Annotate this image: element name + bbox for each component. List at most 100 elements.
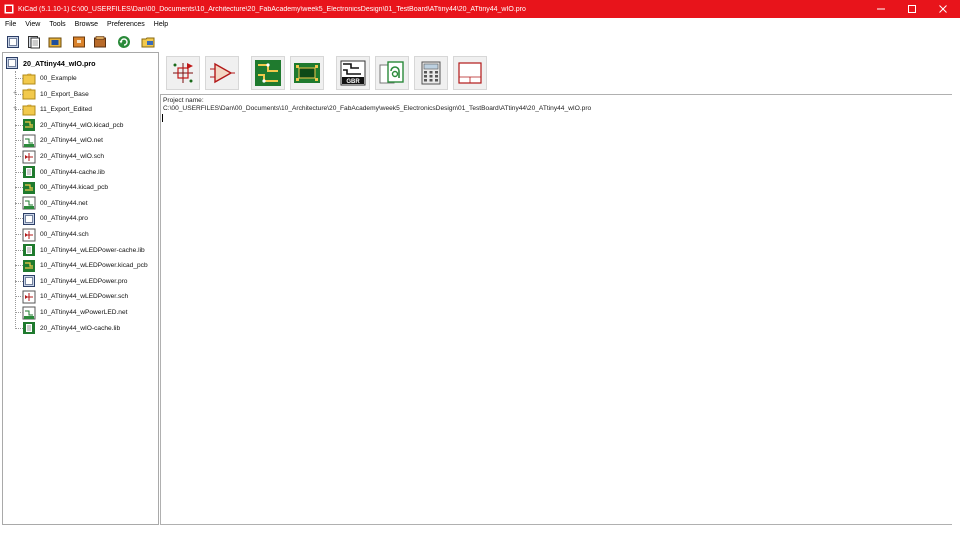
- project-file-icon: [23, 275, 35, 288]
- page-layout-editor-button[interactable]: [453, 56, 487, 90]
- tree-item[interactable]: 00_ATtiny44.sch: [22, 227, 89, 242]
- tree-connector: [15, 312, 23, 313]
- tree-item[interactable]: 10_ATtiny44_wLEDPower.pro: [22, 274, 127, 289]
- tree-item-label: 10_ATtiny44_wLEDPower-cache.lib: [40, 246, 145, 254]
- tree-root[interactable]: 20_ATtiny44_wIO.pro: [5, 56, 96, 70]
- tree-item-label: 20_ATtiny44_wIO.kicad_pcb: [40, 121, 124, 129]
- unarchive-button[interactable]: [92, 34, 108, 50]
- tree-connector: [15, 140, 23, 142]
- tree-item[interactable]: 10_ATtiny44_wLEDPower.kicad_pcb: [22, 258, 148, 273]
- page-layout-editor-icon: [458, 62, 482, 84]
- kicad-app-icon: [4, 4, 14, 14]
- tree-item[interactable]: 00_ATtiny44.net: [22, 196, 88, 211]
- menu-file[interactable]: File: [0, 21, 20, 28]
- minimize-button[interactable]: [868, 0, 894, 18]
- schematic-file-icon: [22, 290, 36, 304]
- open-folder-icon: [141, 37, 155, 47]
- netlist-file-icon: [22, 196, 36, 210]
- tree-item[interactable]: 00_Example: [22, 71, 77, 86]
- tree-item-label: 10_ATtiny44_wLEDPower.kicad_pcb: [40, 262, 148, 270]
- tree-item[interactable]: 10_ATtiny44_wPowerLED.net: [22, 305, 127, 320]
- svg-text:GBR: GBR: [346, 79, 360, 85]
- open-project-button[interactable]: [47, 34, 63, 50]
- schematic-editor-button[interactable]: [166, 56, 200, 90]
- tree-connector: [15, 124, 23, 126]
- window-title: KiCad (5.1.10-1) C:\00_USERFILES\Dan\00_…: [18, 5, 526, 13]
- tree-connector: [15, 171, 23, 173]
- launcher-bar: GBR: [160, 52, 960, 94]
- text-caret: [162, 114, 163, 122]
- menu-preferences[interactable]: Preferences: [102, 21, 149, 28]
- close-button[interactable]: [930, 0, 956, 18]
- tree-item-label: 10_Export_Base: [40, 90, 89, 98]
- footprint-editor-icon: [294, 63, 320, 83]
- new-project-template-button[interactable]: [26, 34, 42, 50]
- tree-item[interactable]: 00_ATtiny44.kicad_pcb: [22, 180, 108, 195]
- menu-help[interactable]: Help: [149, 21, 172, 28]
- minimize-icon: [877, 8, 885, 10]
- refresh-button[interactable]: [116, 34, 132, 50]
- pcb-file-icon: [23, 259, 35, 272]
- menu-browse[interactable]: Browse: [70, 21, 102, 28]
- footprint-editor-button[interactable]: [290, 56, 324, 90]
- project-name-label: Project name:: [163, 97, 204, 104]
- tree-item[interactable]: 20_ATtiny44_wIO.net: [22, 133, 103, 148]
- pcb-editor-button[interactable]: [251, 56, 285, 90]
- expand-toggle[interactable]: +: [11, 90, 19, 98]
- gerber-viewer-icon: GBR: [340, 60, 366, 86]
- new-project-button[interactable]: [5, 34, 21, 50]
- tree-connector: [15, 234, 23, 235]
- project-file-icon: [23, 212, 35, 225]
- bitmap-converter-button[interactable]: [375, 56, 409, 90]
- tree-item-label: 00_ATtiny44-cache.lib: [40, 168, 105, 176]
- message-panel[interactable]: Project name: C:\00_USERFILES\Dan\00_Doc…: [160, 94, 952, 525]
- tree-item[interactable]: 00_ATtiny44-cache.lib: [22, 165, 105, 180]
- tree-item-label: 10_ATtiny44_wPowerLED.net: [40, 309, 128, 316]
- main-toolbar: [0, 31, 960, 52]
- tree-root-label: 20_ATtiny44_wIO.pro: [23, 58, 96, 68]
- pcb-file-icon: [23, 119, 35, 132]
- tree-item-label: 10_ATtiny44_wLEDPower.pro: [40, 277, 128, 285]
- tree-item[interactable]: 20_ATtiny44_wIO.kicad_pcb: [22, 118, 123, 133]
- library-file-icon: [23, 244, 35, 257]
- tree-item[interactable]: 10_ATtiny44_wLEDPower-cache.lib: [22, 243, 145, 258]
- menu-tools[interactable]: Tools: [44, 21, 69, 28]
- kicad-window: KiCad (5.1.10-1) C:\00_USERFILES\Dan\00_…: [0, 0, 960, 540]
- project-file-icon: [6, 57, 18, 69]
- tree-item-label: 11_Export_Edited: [40, 106, 92, 114]
- netlist-file-icon: [22, 134, 36, 148]
- library-file-icon: [23, 166, 35, 179]
- menu-bar: File View Tools Browse Preferences Help: [0, 18, 960, 30]
- tree-item[interactable]: 11_Export_Edited: [22, 102, 92, 117]
- tree-item[interactable]: 10_Export_Base: [22, 87, 89, 102]
- window-bottom-edge: [0, 525, 960, 540]
- schematic-file-icon: [22, 228, 36, 241]
- tree-item-label: 00_ATtiny44.net: [40, 199, 88, 207]
- open-folder-button[interactable]: [140, 34, 156, 50]
- pcb-calculator-button[interactable]: [414, 56, 448, 90]
- unarchive-icon: [94, 35, 106, 47]
- tree-item-label: 00_ATtiny44.kicad_pcb: [40, 184, 109, 192]
- pcb-editor-icon: [255, 60, 281, 86]
- library-file-icon: [23, 322, 35, 335]
- menu-view[interactable]: View: [20, 21, 44, 28]
- open-project-icon: [48, 37, 62, 47]
- tree-item[interactable]: 00_ATtiny44.pro: [22, 211, 88, 226]
- tree-item[interactable]: 20_ATtiny44_wIO.sch: [22, 149, 104, 164]
- tree-item-label: 00_Example: [40, 75, 77, 82]
- maximize-button[interactable]: [899, 0, 925, 18]
- tree-item[interactable]: 10_ATtiny44_wLEDPower.sch: [22, 289, 128, 304]
- gerber-viewer-button[interactable]: GBR: [336, 56, 370, 90]
- new-project-icon: [7, 35, 19, 48]
- tree-item[interactable]: 20_ATtiny44_wIO-cache.lib: [22, 321, 120, 336]
- tree-item-label: 20_ATtiny44_wIO.net: [40, 137, 103, 145]
- archive-button[interactable]: [71, 34, 87, 50]
- tree-connector: [15, 327, 23, 329]
- tree-connector: [15, 265, 23, 267]
- symbol-editor-button[interactable]: [205, 56, 239, 90]
- tree-connector: [15, 202, 23, 204]
- tree-item-label: 20_ATtiny44_wIO.sch: [40, 153, 105, 160]
- tree-connector: [15, 156, 23, 157]
- expand-toggle[interactable]: +: [11, 105, 19, 113]
- tree-connector: [15, 249, 23, 251]
